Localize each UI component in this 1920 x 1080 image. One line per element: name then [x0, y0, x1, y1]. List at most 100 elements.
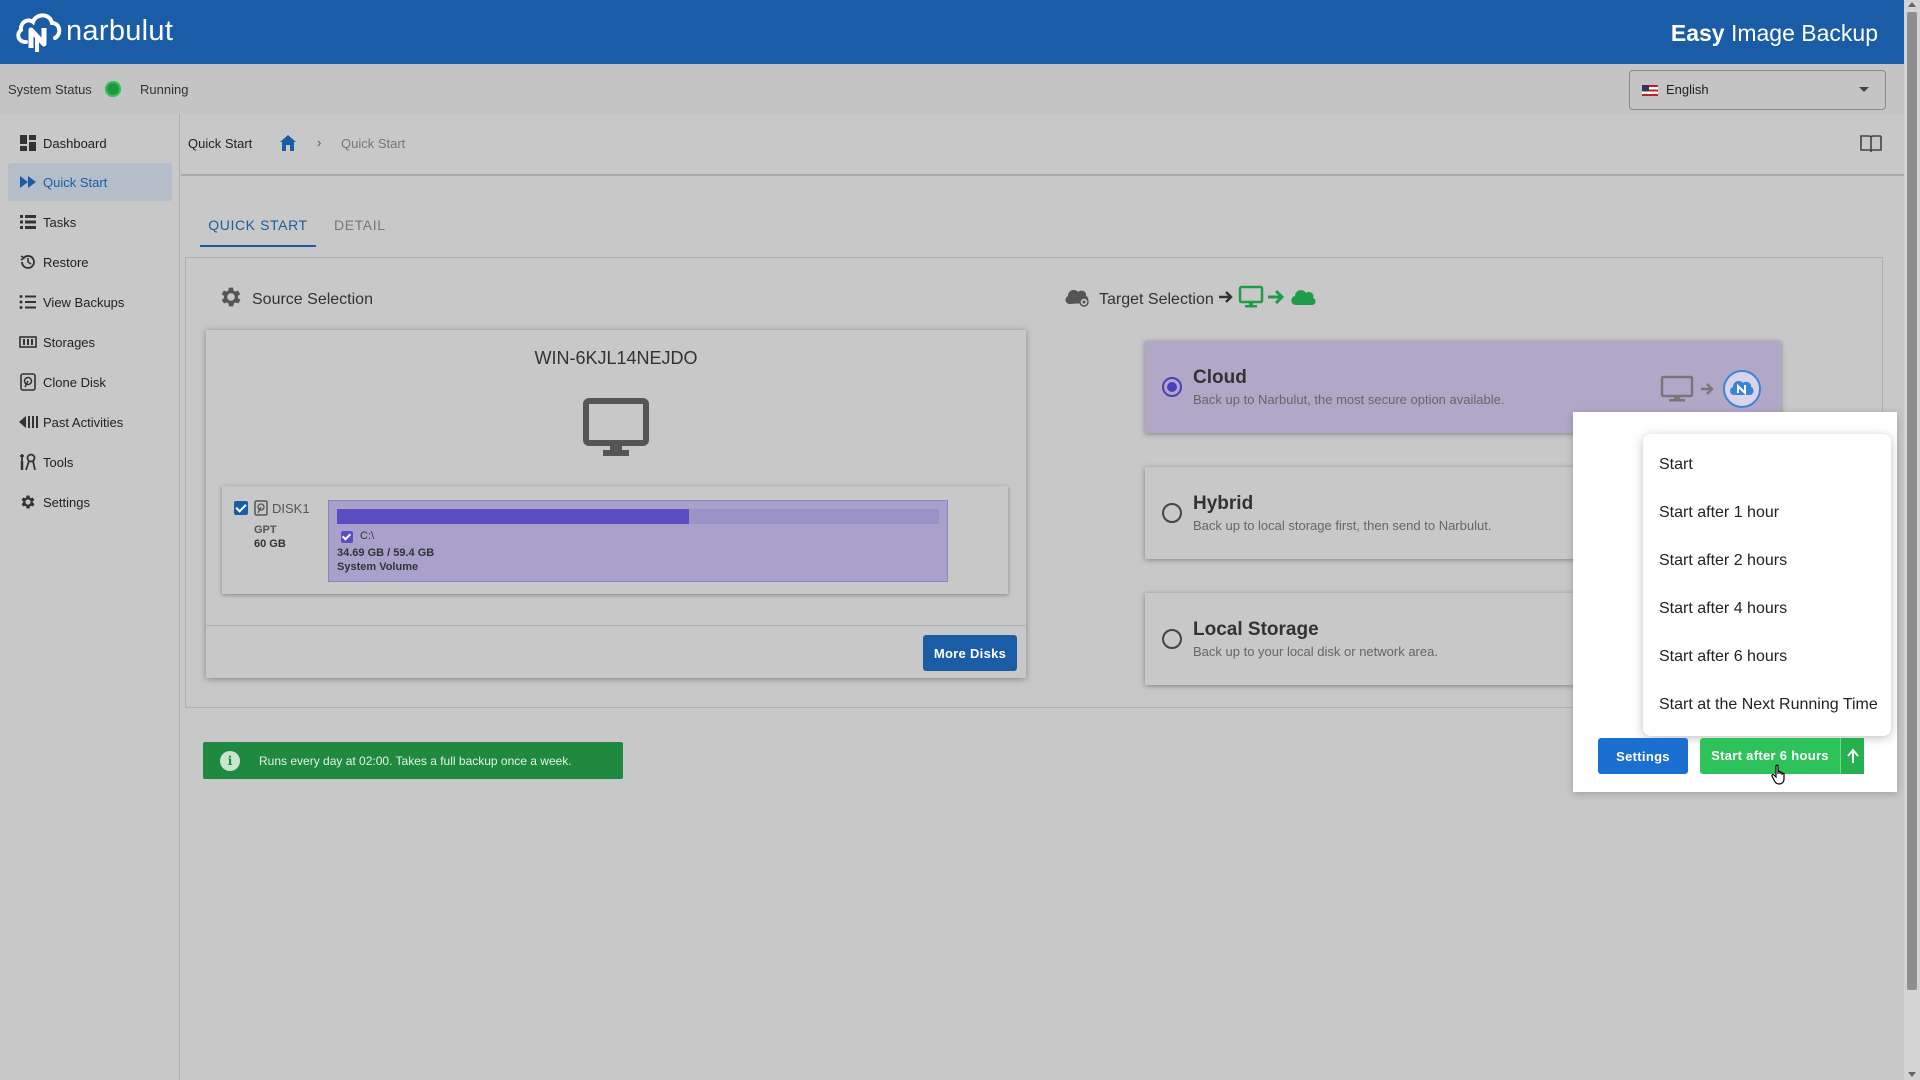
target-description: Back up to your local disk or network ar…	[1193, 644, 1438, 659]
arrow-right-icon	[1700, 382, 1716, 401]
schedule-info-banner: i Runs every day at 02:00. Takes a full …	[203, 742, 623, 779]
menu-item-start[interactable]: Start	[1659, 456, 1693, 474]
language-value: English	[1666, 82, 1709, 97]
sidebar-item-clone-disk[interactable]: Clone Disk	[8, 363, 172, 401]
source-selection-heading: Source Selection	[218, 284, 373, 315]
sidebar-item-dashboard[interactable]: Dashboard	[8, 124, 172, 162]
partition-letter: C:\	[360, 530, 375, 542]
source-card: WIN-6KJL14NEJDO DISK1 GPT 60 GB C:\ 34.6…	[206, 330, 1026, 678]
target-selection-heading: Target Selection	[1063, 285, 1317, 314]
sidebar-item-label: Settings	[43, 494, 90, 510]
more-disks-button[interactable]: More Disks	[923, 635, 1017, 671]
scrollbar-thumb[interactable]	[1907, 12, 1917, 990]
sidebar-item-label: Past Activities	[43, 414, 124, 430]
sidebar-item-restore[interactable]: Restore	[8, 243, 172, 281]
status-bar: System Status Running English	[0, 64, 1904, 114]
system-status-label: System Status	[8, 82, 92, 97]
language-select[interactable]: English	[1629, 70, 1886, 110]
partition-usage-fill	[337, 509, 689, 524]
dashboard-icon	[18, 133, 38, 153]
us-flag-icon	[1642, 85, 1658, 96]
schedule-info-text: Runs every day at 02:00. Takes a full ba…	[259, 753, 572, 768]
sidebar-item-label: Tools	[43, 454, 74, 470]
menu-item-start-after-4-hours[interactable]: Start after 4 hours	[1659, 600, 1787, 618]
sidebar-item-label: Quick Start	[43, 174, 108, 190]
arrow-up-icon[interactable]	[1840, 738, 1864, 774]
cloud-green-icon	[1289, 287, 1317, 312]
breadcrumb: Quick Start › Quick Start	[181, 114, 1904, 176]
sidebar-item-past-activities[interactable]: Past Activities	[8, 403, 172, 441]
start-button-label: Start after 6 hours	[1711, 748, 1829, 763]
menu-item-start-next-running-time[interactable]: Start at the Next Running Time	[1659, 696, 1878, 714]
sidebar-item-storages[interactable]: Storages	[8, 323, 172, 361]
sidebar-item-label: View Backups	[43, 294, 125, 310]
disk-partition-type: GPT	[254, 524, 277, 536]
page-title: Quick Start	[188, 136, 253, 151]
monitor-icon	[583, 398, 649, 456]
partition-checkbox[interactable]	[341, 531, 353, 543]
computer-name: WIN-6KJL14NEJDO	[534, 348, 698, 368]
fast-forward-icon	[18, 172, 38, 192]
sidebar: Dashboard Quick Start Tasks Restore View…	[0, 114, 180, 1080]
computer-green-icon	[1238, 285, 1264, 314]
narbulut-cloud-icon	[1722, 369, 1762, 414]
cloud-logo-icon	[16, 13, 62, 52]
system-status-value: Running	[140, 82, 189, 97]
cloud-flow-icons	[1660, 369, 1762, 414]
sidebar-item-label: Clone Disk	[43, 374, 106, 390]
scroll-up-icon[interactable]	[1908, 2, 1916, 7]
local-storage-radio[interactable]	[1162, 629, 1182, 649]
book-icon[interactable]	[1860, 134, 1882, 157]
sidebar-item-label: Restore	[43, 254, 89, 270]
start-options-menu: Start Start after 1 hour Start after 2 h…	[1643, 434, 1891, 736]
partition-block[interactable]: C:\ 34.69 GB / 59.4 GB System Volume	[328, 500, 948, 582]
disk-row[interactable]: DISK1 GPT 60 GB C:\ 34.69 GB / 59.4 GB S…	[222, 486, 1008, 594]
menu-item-start-after-1-hour[interactable]: Start after 1 hour	[1659, 504, 1779, 522]
partition-usage-bar	[337, 509, 939, 524]
tab-detail[interactable]: DETAIL	[334, 205, 386, 247]
target-title: Cloud	[1193, 367, 1247, 388]
chevron-down-icon	[1859, 87, 1869, 92]
settings-button[interactable]: Settings	[1598, 738, 1688, 774]
disk-size: 60 GB	[254, 538, 286, 550]
cloud-settings-icon	[1063, 286, 1091, 313]
target-description: Back up to Narbulut, the most secure opt…	[1193, 392, 1505, 407]
hybrid-radio[interactable]	[1162, 503, 1182, 523]
hard-disk-icon	[254, 500, 268, 521]
sidebar-item-settings[interactable]: Settings	[8, 483, 172, 521]
product-name-rest: Image Backup	[1724, 20, 1878, 46]
disk-name: DISK1	[272, 501, 310, 516]
storage-icon	[18, 332, 38, 352]
top-bar: narbulut Easy Image Backup	[0, 0, 1904, 64]
logo-text: narbulut	[66, 14, 174, 47]
sidebar-item-label: Dashboard	[43, 135, 107, 151]
product-name: Easy Image Backup	[1671, 20, 1878, 47]
target-description: Back up to local storage first, then sen…	[1193, 518, 1492, 533]
sidebar-item-quick-start[interactable]: Quick Start	[8, 163, 172, 201]
menu-item-start-after-2-hours[interactable]: Start after 2 hours	[1659, 552, 1787, 570]
source-selection-label: Source Selection	[252, 290, 373, 308]
gear-icon	[218, 284, 244, 315]
monitor-icon	[1660, 375, 1694, 408]
partition-label: System Volume	[337, 561, 419, 573]
menu-item-start-after-6-hours[interactable]: Start after 6 hours	[1659, 648, 1787, 666]
sidebar-item-view-backups[interactable]: View Backups	[8, 283, 172, 321]
page-scrollbar[interactable]	[1904, 0, 1920, 1080]
sidebar-item-tools[interactable]: Tools	[8, 443, 172, 481]
disk-checkbox[interactable]	[234, 501, 248, 515]
target-selection-label: Target Selection	[1099, 290, 1214, 308]
narbulut-logo[interactable]: narbulut	[14, 8, 173, 54]
sidebar-item-tasks[interactable]: Tasks	[8, 203, 172, 241]
card-divider	[206, 625, 1026, 626]
tools-icon	[18, 452, 38, 472]
tab-quick-start[interactable]: QUICK START	[200, 205, 316, 247]
sidebar-item-label: Storages	[43, 334, 96, 350]
disk-icon	[18, 372, 38, 392]
history-icon	[18, 252, 38, 272]
scroll-down-icon[interactable]	[1908, 1072, 1916, 1077]
home-icon[interactable]	[278, 133, 298, 158]
status-indicator-icon	[105, 81, 121, 97]
arrow-right-green-icon	[1267, 289, 1285, 310]
cloud-radio[interactable]	[1162, 377, 1182, 397]
breadcrumb-separator: ›	[317, 135, 322, 150]
